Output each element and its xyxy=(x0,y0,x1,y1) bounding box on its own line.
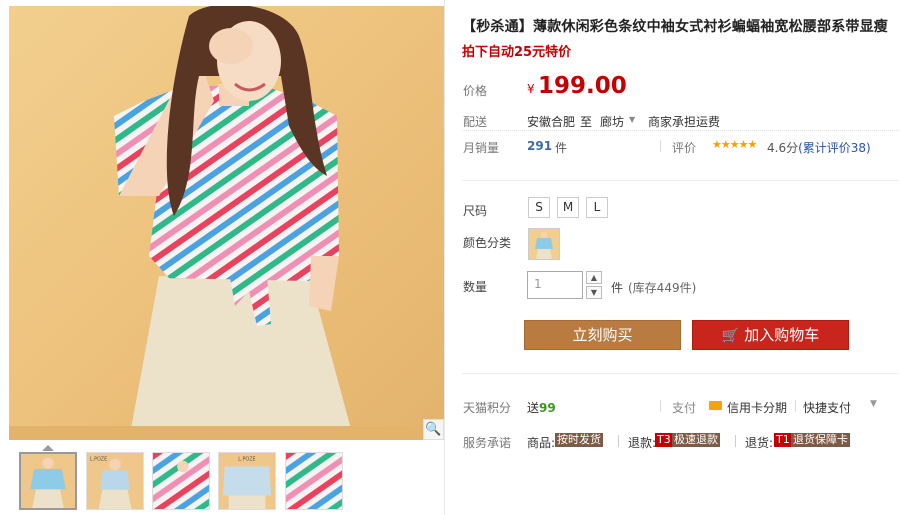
divider xyxy=(618,435,619,447)
rating-label: 评价 xyxy=(672,141,697,155)
monthly-sales-unit: 件 xyxy=(555,141,568,155)
zoom-icon[interactable]: 🔍 xyxy=(423,419,444,440)
divider xyxy=(735,435,736,447)
size-option-s[interactable]: S xyxy=(528,197,550,218)
product-title: 【秒杀通】薄款休闲彩色条纹中袖女式衬衫蝙蝠袖宽松腰部系带显瘦 xyxy=(462,19,888,35)
payment-label: 支付 xyxy=(672,401,697,415)
service-code-t3: T3 xyxy=(655,433,673,447)
buy-now-button[interactable]: 立刻购买 xyxy=(524,320,681,350)
tmall-points-label: 天猫积分 xyxy=(463,401,512,415)
service-code-t1: T1 xyxy=(774,433,792,447)
monthly-sales-label: 月销量 xyxy=(463,141,500,155)
star-rating-icon: ★★★★★ xyxy=(712,138,757,151)
credit-card-installment-link[interactable]: 信用卡分期 xyxy=(727,399,787,416)
color-label: 颜色分类 xyxy=(463,236,512,250)
thumbnail-5[interactable] xyxy=(285,452,343,510)
shipping-note: 商家承担运费 xyxy=(648,115,721,129)
price-label: 价格 xyxy=(463,84,488,98)
divider xyxy=(462,180,899,181)
thumbnail-4[interactable]: L.POZE xyxy=(218,452,276,510)
credit-card-icon xyxy=(709,401,722,410)
add-to-cart-label: 加入购物车 xyxy=(744,326,820,344)
service-badge-return-guarantee[interactable]: 退货保障卡 xyxy=(791,433,850,447)
active-thumbnail-pointer xyxy=(42,445,54,451)
thumbnail-2[interactable]: L.POZE xyxy=(86,452,144,510)
service-badge-fast-refund[interactable]: 极速退款 xyxy=(672,433,720,447)
service-category-goods: 商品: xyxy=(527,436,556,450)
delivery-destination[interactable]: 廊坊 xyxy=(600,113,624,130)
price-value: 199.00 xyxy=(538,73,627,99)
thumbnail-brand: L.POZE xyxy=(90,457,107,463)
thumbnail-image xyxy=(286,453,342,509)
size-label: 尺码 xyxy=(463,204,488,218)
promo-text: 拍下自动25元特价 xyxy=(462,45,572,60)
service-label: 服务承诺 xyxy=(463,436,512,450)
tmall-points-value: 送99 xyxy=(527,399,556,416)
thumbnail-brand: L.POZE xyxy=(238,457,255,463)
divider xyxy=(462,373,899,374)
thumbnail-image xyxy=(153,453,209,509)
quick-pay-link[interactable]: 快捷支付 xyxy=(803,399,851,416)
thumbnail-image xyxy=(21,454,75,508)
column-divider xyxy=(444,0,445,515)
thumbnail-image: L.POZE xyxy=(219,453,275,509)
quantity-unit: 件 xyxy=(611,281,624,295)
product-photo-illustration xyxy=(9,6,445,440)
divider xyxy=(660,400,661,412)
quantity-label: 数量 xyxy=(463,280,488,294)
divider xyxy=(795,400,796,412)
add-to-cart-button[interactable]: 🛒 加入购物车 xyxy=(692,320,849,350)
service-category-return: 退货: xyxy=(745,436,774,450)
delivery-from: 安徽合肥 xyxy=(527,115,576,129)
points-amount: 99 xyxy=(539,401,556,415)
color-option-striped[interactable] xyxy=(528,228,560,260)
delivery-to-word: 至 xyxy=(580,115,593,129)
currency-symbol: ¥ xyxy=(527,82,535,96)
divider xyxy=(660,140,661,152)
thumbnail-3[interactable] xyxy=(152,452,210,510)
rating-score: 4.6分(累计评价38) xyxy=(767,139,871,156)
size-option-l[interactable]: L xyxy=(586,197,608,218)
thumbnail-1[interactable] xyxy=(19,452,77,510)
score-value: 4.6分 xyxy=(767,141,799,155)
monthly-sales-count: 291 xyxy=(527,139,553,153)
thumbnail-image: L.POZE xyxy=(87,453,143,509)
stock-count: (库存449件) xyxy=(628,281,697,295)
quantity-increase-icon[interactable]: ▲ xyxy=(586,271,602,284)
quantity-decrease-icon[interactable]: ▼ xyxy=(586,286,602,299)
service-category-refund: 退款: xyxy=(628,436,657,450)
chevron-down-icon[interactable]: ▼ xyxy=(629,115,635,124)
chevron-down-icon[interactable]: ▼ xyxy=(870,399,877,409)
service-badge-on-time-shipping[interactable]: 按时发货 xyxy=(555,433,603,447)
review-count-link[interactable]: (累计评价38) xyxy=(798,141,871,155)
color-swatch-image xyxy=(529,229,559,259)
divider xyxy=(462,130,899,131)
points-give-word: 送 xyxy=(527,401,540,415)
cart-icon: 🛒 xyxy=(721,328,740,344)
main-product-image[interactable] xyxy=(9,6,445,440)
delivery-label: 配送 xyxy=(463,115,488,129)
quantity-input[interactable]: 1 xyxy=(527,271,583,299)
size-option-m[interactable]: M xyxy=(557,197,579,218)
